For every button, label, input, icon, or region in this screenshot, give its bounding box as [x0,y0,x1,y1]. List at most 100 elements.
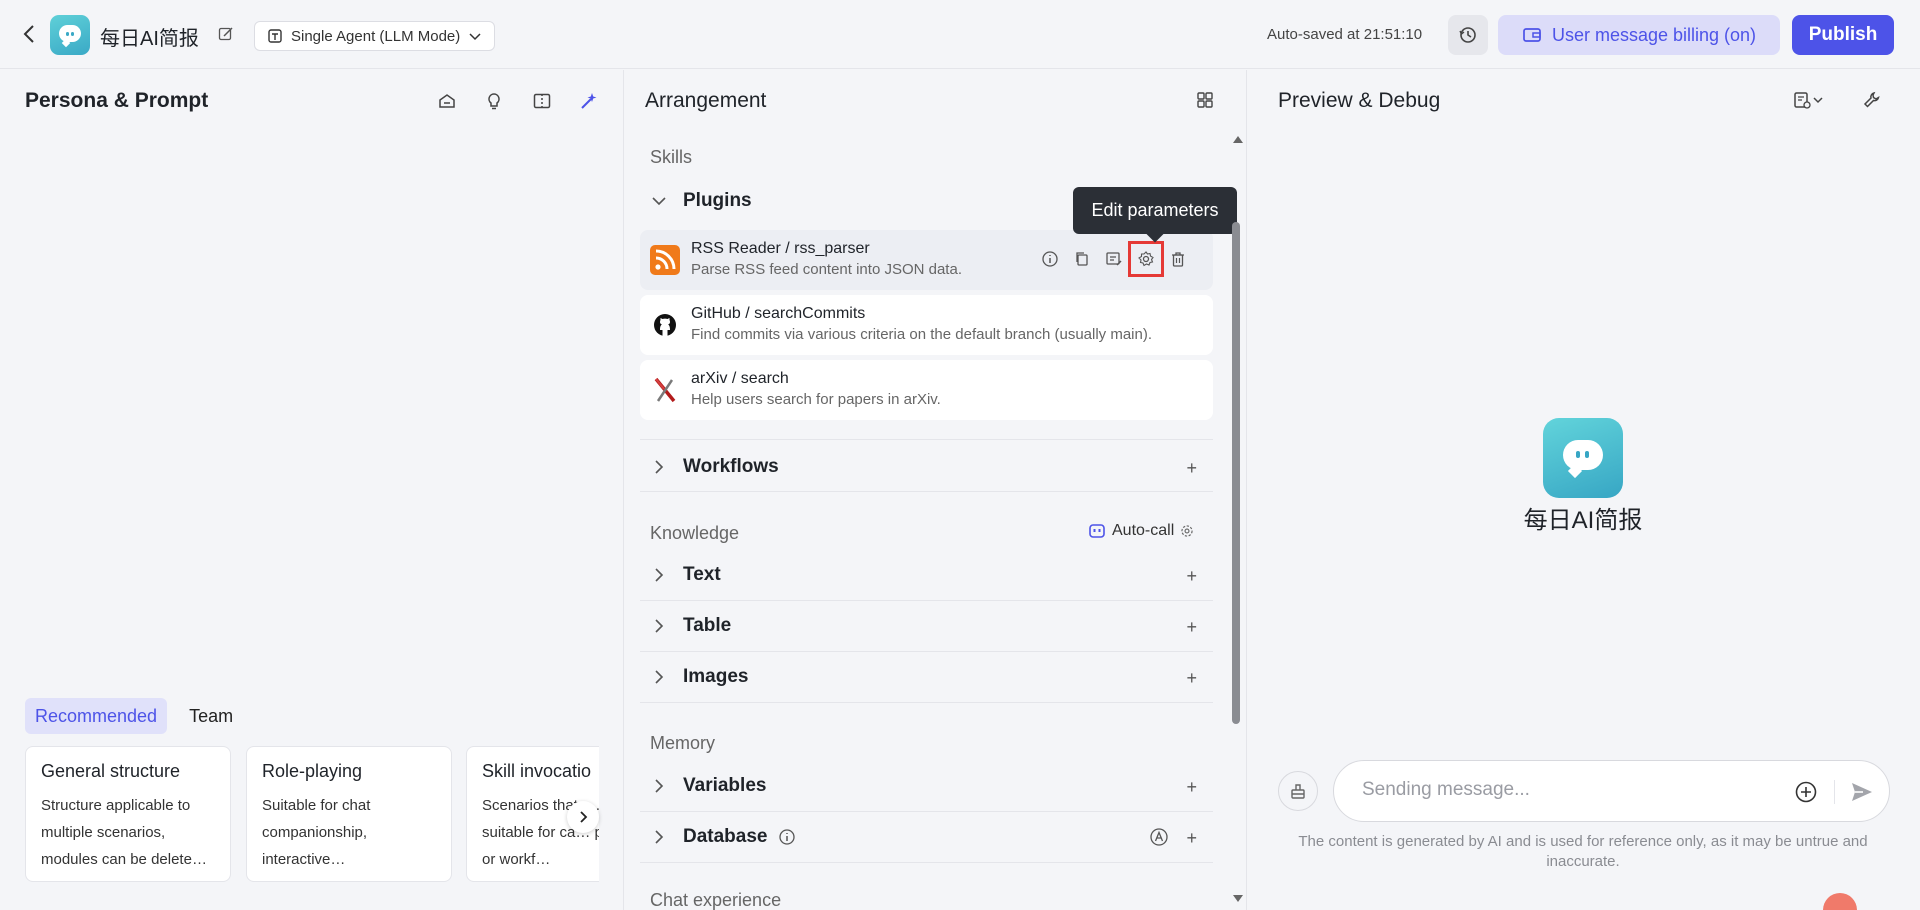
knowledge-table-header[interactable]: Table + [645,601,1213,651]
mode-selector[interactable]: Single Agent (LLM Mode) [254,21,496,51]
autocall-label: Auto-call [1112,522,1175,539]
card-title: Role-playing [262,761,363,781]
info-icon[interactable] [778,828,796,846]
plugin-name: arXiv / search [691,370,789,387]
agent-mode-icon [268,29,282,43]
memory-database-label: Database [683,826,768,847]
layout-grid-icon[interactable] [1193,88,1217,112]
plugin-item-github[interactable]: GitHub / searchCommits Find commits via … [640,295,1213,355]
template-card[interactable]: Role-playing Suitable for chat companion… [246,746,452,882]
add-images-icon[interactable]: + [1186,668,1197,689]
knowledge-images-label: Images [683,666,749,687]
edit-name-icon[interactable] [218,26,234,42]
edit-prompt-icon[interactable] [1104,249,1124,269]
billing-button[interactable]: User message billing (on) [1498,15,1780,55]
skills-section-label: Skills [650,147,693,167]
template-cards: General structure Structure applicable t… [25,746,599,886]
memory-variables-label: Variables [683,775,767,796]
trash-icon[interactable] [1168,249,1188,269]
workflows-group-header[interactable]: Workflows + [645,442,1213,492]
back-arrow-icon[interactable] [20,22,40,46]
message-input[interactable] [1362,779,1762,801]
arxiv-icon [650,375,680,405]
add-variable-icon[interactable]: + [1186,777,1197,798]
knowledge-text-header[interactable]: Text + [645,550,1213,600]
billing-label: User message billing (on) [1551,24,1757,45]
knowledge-section-label: Knowledge [650,523,740,543]
bot-avatar [1543,418,1623,498]
prompt-library-icon[interactable] [435,89,459,113]
auto-mode-icon[interactable] [1149,827,1169,847]
divider [1834,780,1835,804]
send-icon[interactable] [1849,779,1875,805]
memory-database-header[interactable]: Database + [645,812,1213,862]
card-title: Skill invocatio [482,761,592,781]
divider [640,702,1213,703]
history-icon [1459,27,1476,43]
add-database-icon[interactable]: + [1186,828,1197,849]
chevron-right-icon [651,669,671,685]
chevron-right-icon [580,811,588,823]
knowledge-table-label: Table [683,615,732,636]
plugin-name: GitHub / searchCommits [691,305,866,322]
chevron-right-icon [651,459,671,475]
add-table-icon[interactable]: + [1186,617,1197,638]
panel-title: Arrangement [645,89,767,112]
template-tabs: Recommended Team [25,698,243,734]
divider [640,862,1213,863]
panel-title: Preview & Debug [1278,89,1441,112]
debug-options-dropdown[interactable] [1788,88,1828,112]
tab-recommended[interactable]: Recommended [25,698,168,734]
card-title: General structure [41,761,181,781]
chat-experience-section-label: Chat experience [650,890,782,910]
divider [640,491,1213,492]
top-bar: 每日AI简报 Single Agent (LLM Mode) Auto-save… [0,0,1920,69]
wallet-icon [1523,28,1541,42]
debug-settings-icon [1794,92,1811,109]
card-desc: Structure applicable to multiple scenari… [41,797,207,868]
app-title: 每日AI简报 [100,28,199,50]
robot-icon [1089,524,1105,538]
cards-next-button[interactable] [567,801,599,833]
edit-parameters-tooltip: Edit parameters [1073,187,1237,234]
chevron-right-icon [651,618,671,634]
persona-prompt-panel: Persona & Prompt Recommended Team Genera… [0,70,624,910]
message-composer [1333,760,1890,822]
add-attachment-icon[interactable] [1794,780,1818,804]
publish-button[interactable]: Publish [1792,15,1894,55]
template-card[interactable]: General structure Structure applicable t… [25,746,231,882]
chevron-down-icon [651,193,671,209]
chevron-down-icon [469,33,481,41]
memory-variables-header[interactable]: Variables + [645,761,1213,811]
lightbulb-icon[interactable] [482,89,506,113]
plugin-desc: Parse RSS feed content into JSON data. [691,261,962,278]
chevron-right-icon [651,567,671,583]
autocall-toggle[interactable]: Auto-call [1088,522,1194,540]
compare-icon[interactable] [530,89,554,113]
plugins-label: Plugins [683,190,752,211]
add-workflow-icon[interactable]: + [1186,458,1197,479]
tab-team[interactable]: Team [179,698,243,734]
settings-gear-icon[interactable] [1128,241,1164,277]
panel-title: Persona & Prompt [25,89,209,112]
app-avatar [50,15,90,55]
scrollbar-thumb[interactable] [1232,222,1240,724]
knowledge-text-label: Text [683,564,721,585]
info-icon[interactable] [1040,249,1060,269]
chevron-right-icon [651,829,671,845]
broom-icon [1291,784,1305,799]
ai-optimize-icon[interactable] [577,89,601,113]
add-text-icon[interactable]: + [1186,566,1197,587]
knowledge-images-header[interactable]: Images + [645,652,1213,702]
ai-disclaimer: The content is generated by AI and is us… [1298,833,1868,870]
clear-history-button[interactable] [1278,771,1318,811]
wrench-icon[interactable] [1860,88,1884,112]
plugin-desc: Help users search for papers in arXiv. [691,391,941,408]
plugin-item-rss[interactable]: RSS Reader / rss_parser Parse RSS feed c… [640,230,1213,290]
copy-icon[interactable] [1072,249,1092,269]
plugin-item-arxiv[interactable]: arXiv / search Help users search for pap… [640,360,1213,420]
rss-icon [650,245,680,275]
history-button[interactable] [1448,15,1488,55]
bot-name: 每日AI简报 [1523,507,1643,534]
divider [640,439,1213,440]
